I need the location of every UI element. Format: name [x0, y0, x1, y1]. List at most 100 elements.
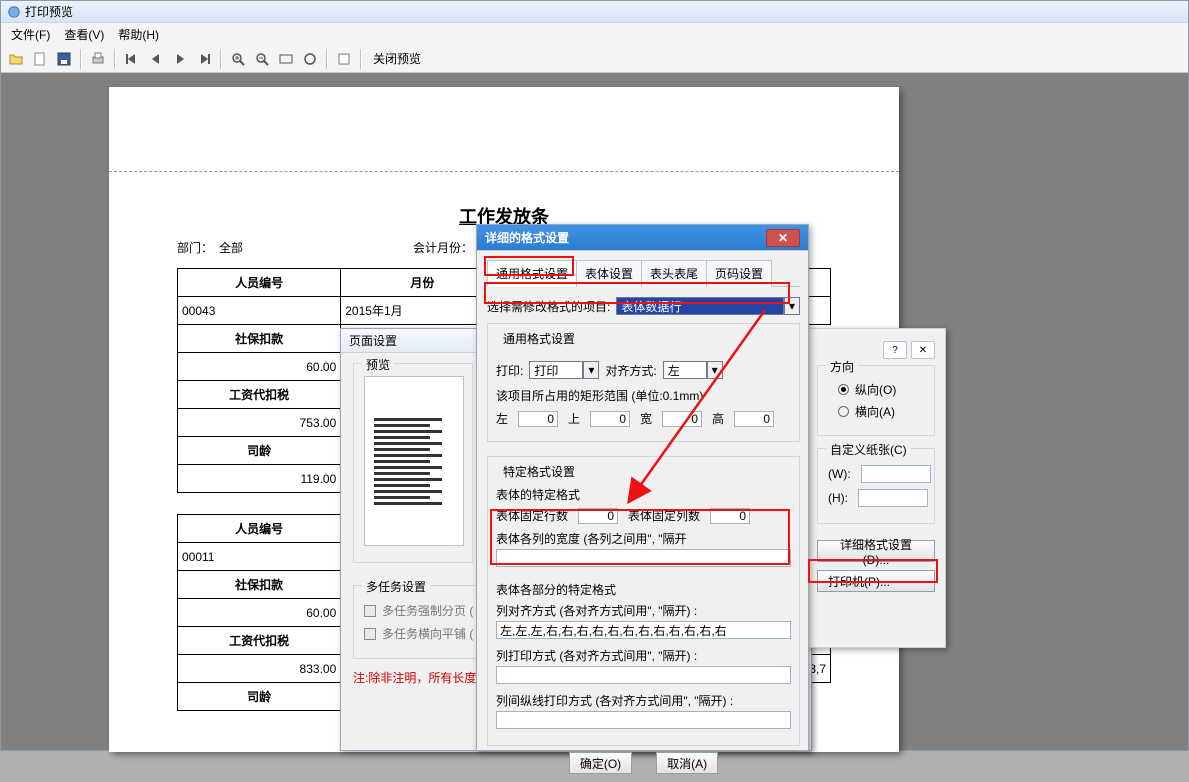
paper-height-input[interactable]	[858, 489, 928, 507]
preview-legend: 预览	[362, 356, 394, 373]
close-icon[interactable]: ✕	[766, 229, 800, 247]
paper-width-input[interactable]	[861, 465, 931, 483]
paper-legend: 自定义纸张(C)	[826, 441, 911, 458]
width-label: 宽	[640, 410, 652, 427]
col-vline-input[interactable]	[496, 711, 791, 729]
cell: 60.00	[178, 599, 341, 627]
dialog-titlebar: 详细的格式设置 ✕	[477, 225, 808, 251]
preview-box	[364, 376, 464, 546]
tab-body[interactable]: 表体设置	[576, 260, 642, 287]
dropdown-value: 表体数据行	[616, 297, 784, 315]
col-head: 司龄	[178, 437, 341, 465]
align-label: 对齐方式:	[605, 362, 656, 379]
separator	[326, 49, 328, 69]
horizontal-tile-checkbox[interactable]	[364, 628, 376, 640]
cancel-button[interactable]: 取消(A)	[656, 752, 718, 774]
cell: 00043	[178, 297, 341, 325]
cell: 119.00	[178, 465, 341, 493]
chevron-down-icon[interactable]: ▾	[707, 361, 723, 379]
toolbar: 关闭预览	[1, 45, 1188, 73]
menu-help[interactable]: 帮助(H)	[112, 24, 165, 45]
help-button[interactable]: ?	[883, 341, 907, 359]
page-margin-line	[109, 171, 899, 172]
cell: 60.00	[178, 353, 341, 381]
top-label: 上	[568, 410, 580, 427]
height-input[interactable]	[734, 411, 774, 427]
fixrow-label: 表体固定行数	[496, 507, 568, 524]
next-page-icon[interactable]	[169, 47, 191, 71]
select-item-dropdown[interactable]: 表体数据行 ▾	[616, 297, 800, 315]
left-input[interactable]	[518, 411, 558, 427]
fixcol-input[interactable]	[710, 508, 750, 524]
top-input[interactable]	[590, 411, 630, 427]
col-head: 社保扣款	[178, 325, 341, 353]
height-label: 高	[712, 410, 724, 427]
left-label: 左	[496, 410, 508, 427]
separator	[80, 49, 82, 69]
open-icon[interactable]	[5, 47, 27, 71]
cell: 833.00	[178, 655, 341, 683]
align-dropdown[interactable]: 左 ▾	[663, 361, 723, 379]
dialog-title: 页面设置	[349, 332, 397, 349]
tab-general[interactable]: 通用格式设置	[487, 260, 577, 287]
landscape-label: 横向(A)	[855, 403, 895, 420]
general-format-group: 通用格式设置 打印: 打印 ▾ 对齐方式: 左 ▾ 该项目所占用的矩形范围 (单…	[487, 323, 800, 442]
col-print-input[interactable]	[496, 666, 791, 684]
width-input[interactable]	[662, 411, 702, 427]
prev-page-icon[interactable]	[145, 47, 167, 71]
zoom-out-icon[interactable]	[251, 47, 273, 71]
dropdown-value: 左	[663, 361, 707, 379]
last-page-icon[interactable]	[193, 47, 215, 71]
portrait-radio[interactable]	[838, 384, 849, 395]
col-align-label: 列对齐方式 (各对齐方式间用", "隔开) :	[496, 602, 791, 619]
cell: 00011	[178, 543, 341, 571]
col-align-input[interactable]	[496, 621, 791, 639]
zoom-in-icon[interactable]	[227, 47, 249, 71]
direction-fieldset: 方向 纵向(O) 横向(A)	[817, 365, 935, 436]
rect-label: 该项目所占用的矩形范围 (单位:0.1mm)	[496, 387, 791, 404]
chevron-down-icon[interactable]: ▾	[784, 297, 800, 315]
dept-value: 全部	[219, 239, 243, 256]
landscape-radio[interactable]	[838, 406, 849, 417]
close-button[interactable]: ✕	[911, 341, 935, 359]
preview-lines	[374, 415, 454, 508]
zoom-100-icon[interactable]	[275, 47, 297, 71]
opt1-label: 多任务强制分页 (	[382, 602, 473, 619]
col-head: 人员编号	[178, 269, 341, 297]
separator	[114, 49, 116, 69]
save-icon[interactable]	[53, 47, 75, 71]
col-head: 人员编号	[178, 515, 341, 543]
print-label: 打印:	[496, 362, 523, 379]
settings-icon[interactable]	[333, 47, 355, 71]
col-head: 社保扣款	[178, 571, 341, 599]
h-label: (H):	[828, 491, 848, 505]
preview-fieldset: 预览	[353, 363, 473, 563]
force-pagebreak-checkbox[interactable]	[364, 605, 376, 617]
printer-button[interactable]: 打印机(P)...	[817, 570, 935, 592]
select-item-label: 选择需修改格式的项目:	[487, 298, 610, 315]
chevron-down-icon[interactable]: ▾	[583, 361, 599, 379]
opt2-label: 多任务横向平铺 (	[382, 625, 473, 642]
fixcol-label: 表体固定列数	[628, 507, 700, 524]
print-dropdown[interactable]: 打印 ▾	[529, 361, 599, 379]
col-head: 工资代扣税	[178, 381, 341, 409]
first-page-icon[interactable]	[121, 47, 143, 71]
period-label: 会计月份：	[413, 239, 473, 256]
fixrow-input[interactable]	[578, 508, 618, 524]
detail-format-dialog: 详细的格式设置 ✕ 通用格式设置 表体设置 表头表尾 页码设置 选择需修改格式的…	[476, 224, 809, 751]
print-icon[interactable]	[87, 47, 109, 71]
tab-pagenum[interactable]: 页码设置	[706, 260, 772, 287]
close-preview-button[interactable]: 关闭预览	[367, 47, 427, 70]
ok-button[interactable]: 确定(O)	[569, 752, 632, 774]
menu-file[interactable]: 文件(F)	[5, 24, 56, 45]
detail-format-button[interactable]: 详细格式设置(D)...	[817, 540, 935, 562]
colwidth-input[interactable]	[496, 549, 791, 567]
menu-view[interactable]: 查看(V)	[58, 24, 110, 45]
tab-headfoot[interactable]: 表头表尾	[641, 260, 707, 287]
body-format-label: 表体的特定格式	[496, 486, 791, 503]
group-legend: 通用格式设置	[500, 330, 578, 347]
new-icon[interactable]	[29, 47, 51, 71]
zoom-fit-icon[interactable]	[299, 47, 321, 71]
separator	[360, 49, 362, 69]
titlebar: 打印预览	[1, 1, 1188, 23]
